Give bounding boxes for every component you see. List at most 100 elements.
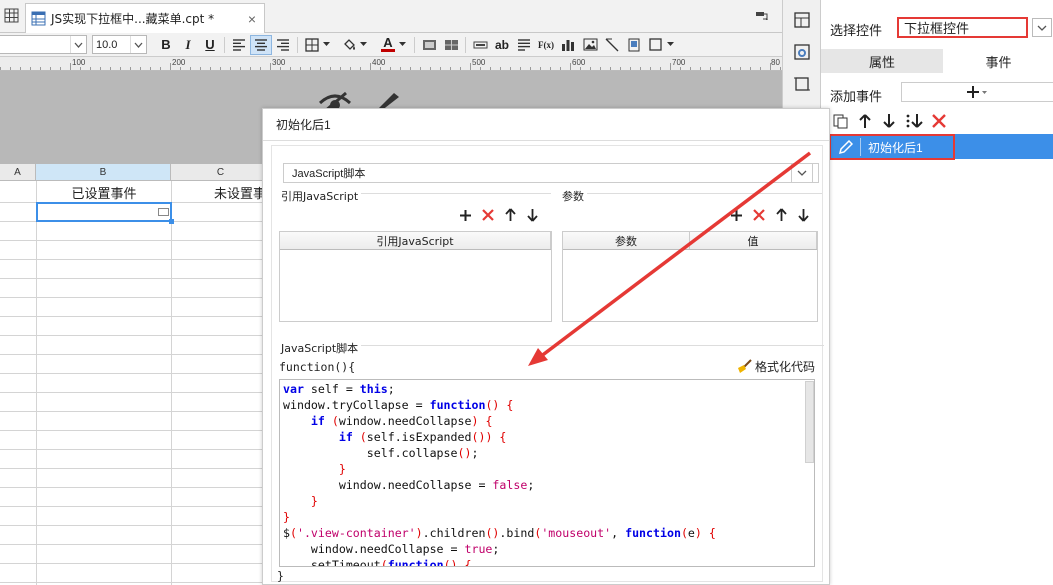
move-up-icon[interactable]: [857, 113, 873, 129]
underline-button[interactable]: U: [199, 35, 221, 55]
widget-select-combo[interactable]: 下拉框控件: [897, 17, 1028, 38]
add-event-button[interactable]: [901, 82, 1053, 102]
tab-document[interactable]: JS实现下拉框中...藏菜单.cpt * ×: [25, 3, 265, 33]
slash-icon[interactable]: [601, 35, 623, 55]
frame-icon[interactable]: [791, 73, 813, 95]
function-open-text: function(){: [279, 360, 356, 374]
move-up-icon[interactable]: [504, 208, 517, 222]
subreport-icon[interactable]: [623, 35, 645, 55]
ruler-tick: [280, 67, 281, 70]
paragraph-icon[interactable]: [513, 35, 535, 55]
ruler-tick: [430, 67, 431, 70]
ref-js-table[interactable]: 引用JavaScript: [279, 231, 552, 322]
ruler-tick: [320, 67, 321, 70]
delete-icon[interactable]: [481, 208, 495, 222]
delete-icon[interactable]: [931, 113, 947, 129]
chevron-down-icon[interactable]: [1032, 18, 1052, 37]
chevron-down-icon: [323, 42, 330, 46]
align-right-button[interactable]: [272, 35, 294, 55]
align-center-button[interactable]: [250, 34, 272, 55]
cell-attributes-icon[interactable]: [791, 9, 813, 31]
chevron-down-icon: [70, 36, 86, 53]
plus-icon[interactable]: [730, 209, 743, 222]
move-bottom-icon[interactable]: [905, 113, 923, 129]
fill-handle[interactable]: [169, 219, 174, 224]
bold-button[interactable]: B: [155, 35, 177, 55]
align-left-button[interactable]: [228, 35, 250, 55]
copy-icon[interactable]: [833, 113, 849, 129]
tab-events[interactable]: 事件: [943, 49, 1053, 73]
js-code-editor[interactable]: var self = this; window.tryCollapse = fu…: [279, 379, 815, 567]
format-code-button[interactable]: 格式化代码: [736, 358, 815, 375]
move-down-icon[interactable]: [881, 113, 897, 129]
tab-properties[interactable]: 属性: [821, 49, 943, 73]
move-down-icon[interactable]: [526, 208, 539, 222]
cell-element-icon[interactable]: [645, 35, 667, 55]
ruler-tick: [540, 67, 541, 70]
ruler-tick: [760, 67, 761, 70]
bar-chart-icon[interactable]: [557, 35, 579, 55]
font-color-icon[interactable]: A: [377, 35, 399, 55]
ruler-label: 200: [172, 58, 186, 67]
ruler-tick: [680, 67, 681, 70]
ruler-tick: [230, 67, 231, 70]
column-header[interactable]: B: [36, 164, 171, 181]
move-down-icon[interactable]: [797, 208, 810, 222]
ruler-tick: [750, 67, 751, 70]
row-gridline: [0, 297, 262, 298]
widget-property-panel: 选择控件 下拉框控件 属性 事件 添加事件 初始化后1: [820, 0, 1053, 585]
row-gridline: [0, 582, 262, 583]
paint-format-icon[interactable]: [755, 10, 769, 22]
widget-settings-icon[interactable]: [791, 41, 813, 63]
ruler-tick: [720, 67, 721, 70]
document-icon: [31, 11, 46, 26]
ruler-label: 600: [572, 58, 586, 67]
selected-cell[interactable]: [36, 202, 172, 222]
ruler-label: 700: [672, 58, 686, 67]
row-gridline: [0, 240, 262, 241]
param-column-header: 参数: [563, 232, 690, 249]
ruler-tick: [610, 67, 611, 70]
cell-b1[interactable]: 已设置事件: [37, 183, 171, 202]
formula-button[interactable]: F(x): [535, 35, 557, 55]
ruler-tick: [650, 67, 651, 70]
ruler-tick: [510, 67, 511, 70]
chevron-down-icon[interactable]: [791, 163, 813, 183]
ruler-tick: [500, 67, 501, 70]
spreadsheet[interactable]: A B C 已设置事件 未设置事: [0, 164, 262, 585]
italic-button[interactable]: I: [177, 35, 199, 55]
format-toolbar: 10.0 B I U A ab F(x): [0, 33, 782, 57]
insert-widget-icon[interactable]: [469, 35, 491, 55]
ruler-tick: [10, 67, 11, 70]
script-type-combo[interactable]: JavaScript脚本: [283, 163, 819, 183]
column-header[interactable]: A: [0, 164, 36, 181]
grid-icon[interactable]: [4, 8, 19, 23]
ref-js-column-header: 引用JavaScript: [280, 232, 551, 249]
ref-js-section-label: 引用JavaScript: [281, 188, 362, 204]
param-section-label: 参数: [562, 188, 587, 204]
code-scrollbar[interactable]: [805, 381, 814, 463]
move-up-icon[interactable]: [775, 208, 788, 222]
close-icon[interactable]: ×: [248, 11, 256, 27]
plus-icon[interactable]: [459, 209, 472, 222]
split-cells-icon[interactable]: [440, 35, 462, 55]
ruler-tick: [160, 67, 161, 70]
ruler-tick: [120, 67, 121, 70]
param-table[interactable]: 参数值: [562, 231, 818, 322]
font-family-combo[interactable]: [0, 35, 87, 54]
text-widget-button[interactable]: ab: [491, 35, 513, 55]
tab-bar: JS实现下拉框中...藏菜单.cpt * ×: [0, 0, 782, 33]
image-icon[interactable]: [579, 35, 601, 55]
delete-icon[interactable]: [752, 208, 766, 222]
border-icon[interactable]: [301, 35, 323, 55]
merge-cells-icon[interactable]: [418, 35, 440, 55]
function-close-text: }: [277, 569, 284, 583]
ruler-tick: [560, 67, 561, 70]
cell-c1[interactable]: 未设置事: [172, 183, 262, 202]
font-size-combo[interactable]: 10.0: [92, 35, 147, 54]
column-header[interactable]: C: [171, 164, 262, 181]
toolbar-divider: [414, 36, 415, 53]
ruler-tick: [80, 67, 81, 70]
event-item[interactable]: 初始化后1: [829, 134, 955, 160]
fill-color-icon[interactable]: [338, 35, 360, 55]
